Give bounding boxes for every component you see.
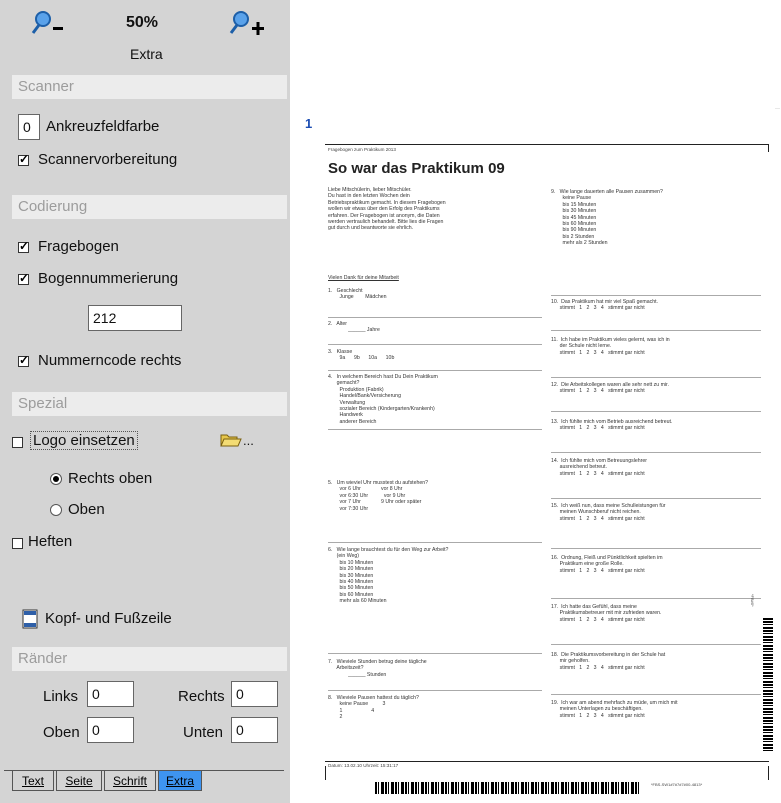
unten-input[interactable]: 0 — [231, 717, 278, 743]
links-input[interactable]: 0 — [87, 681, 134, 707]
doc-footer-code: *FBS-SW1#7#7#7#00-4813* — [651, 782, 703, 787]
tab-seite[interactable]: Seite — [56, 771, 102, 791]
section-raender: Ränder — [12, 647, 287, 671]
fragebogen-label: Fragebogen — [38, 238, 119, 255]
divider — [551, 330, 761, 331]
oben-input[interactable]: 0 — [87, 717, 134, 743]
question-3: 3. Klasse 9a 9b 10a 10b — [328, 349, 395, 362]
question-15: 15. Ich weiß nun, dass meine Schulleistu… — [551, 503, 666, 522]
doc-header-small: Fragebogen zum Praktikum 2013 — [328, 147, 396, 152]
divider — [551, 548, 761, 549]
corner-mark-br — [768, 766, 769, 780]
question-4: 4. In welchem Bereich hast Du Dein Prakt… — [328, 374, 438, 425]
question-1: 1. Geschlecht Junge Mädchen — [328, 288, 387, 301]
divider — [551, 598, 761, 599]
corner-mark-bl — [325, 766, 326, 780]
question-18: 18. Die Praktikumsvorbereitung in der Sc… — [551, 652, 666, 671]
logo-einsetzen-checkbox[interactable] — [12, 437, 23, 448]
bottom-rule — [325, 761, 769, 762]
question-2: 2. Alter ______ Jahre — [328, 321, 380, 334]
doc-title: So war das Praktikum 09 — [328, 160, 505, 177]
tab-extra[interactable]: Extra — [158, 771, 202, 791]
question-5: 5. Um wieviel Uhr musstest du aufstehen?… — [328, 480, 429, 512]
zoom-in-icon[interactable] — [228, 8, 264, 44]
scannervorbereitung-checkbox[interactable]: ✓ — [18, 153, 29, 166]
ankreuzfeldfarbe-input[interactable]: 0 — [18, 114, 40, 140]
bogennummer-input[interactable]: 212 — [88, 305, 182, 331]
question-19: 19. Ich war am abend mehrfach zu müde, u… — [551, 700, 678, 719]
links-label: Links — [43, 688, 79, 705]
question-8: 8. Wieviele Pausen hattest du täglich? k… — [328, 695, 419, 721]
folder-open-icon[interactable] — [220, 432, 242, 453]
tab-schrift[interactable]: Schrift — [104, 771, 156, 791]
scannervorbereitung-label: Scannervorbereitung — [38, 151, 178, 168]
doc-intro: Liebe Mitschülerin, lieber Mitschüler. D… — [328, 187, 446, 232]
question-10: 10. Das Praktikum hat mir viel Spaß gema… — [551, 299, 658, 312]
ankreuzfeldfarbe-label: Ankreuzfeldfarbe — [46, 118, 160, 135]
unten-label: Unten — [183, 724, 224, 741]
nummerncode-rechts-checkbox[interactable]: ✓ — [18, 354, 29, 367]
zoom-level: 50% — [126, 14, 159, 31]
divider — [328, 653, 542, 654]
divider — [551, 411, 761, 412]
question-13: 13. Ich fühlte mich vom Betrieb ausreich… — [551, 419, 673, 432]
question-7: 7. Wieviele Stunden betrug deine täglich… — [328, 659, 427, 678]
divider — [328, 344, 542, 345]
options-sidebar: 50% Extra Scanner 0 Ankreuzfeldfarbe ✓ S… — [0, 0, 290, 803]
bottom-barcode — [375, 782, 641, 794]
divider — [328, 429, 542, 430]
oben-margin-label: Oben — [43, 724, 80, 741]
rechts-input[interactable]: 0 — [231, 681, 278, 707]
divider — [551, 377, 761, 378]
active-tab-title: Extra — [130, 46, 163, 62]
oben-label: Oben — [68, 501, 105, 518]
divider — [328, 690, 542, 691]
question-9: 9. Wie lange dauerten alle Pausen zusamm… — [551, 189, 663, 247]
question-12: 12. Die Arbeitskollegen waren alle sehr … — [551, 382, 669, 395]
question-11: 11. Ich habe im Praktikum vieles gelernt… — [551, 337, 670, 356]
top-rule — [325, 144, 769, 145]
divider — [551, 644, 761, 645]
logo-einsetzen-label[interactable]: Logo einsetzen — [30, 431, 138, 450]
rechts-oben-radio[interactable] — [50, 473, 62, 485]
doc-footer-date: Datum: 13.02.10 Uhrzeit: 15:31:17 — [328, 763, 399, 768]
rechts-label: Rechts — [178, 688, 225, 705]
heften-checkbox[interactable] — [12, 538, 23, 549]
kopf-fusszeile-button[interactable]: Kopf- und Fußzeile — [45, 610, 172, 627]
divider — [551, 452, 761, 453]
heften-label: Heften — [28, 533, 73, 550]
section-spezial: Spezial — [12, 392, 287, 416]
question-17: 17. Ich hatte das Gefühl, dass meine Pra… — [551, 604, 662, 623]
divider — [551, 498, 761, 499]
tab-text[interactable]: Text — [12, 771, 54, 791]
divider — [328, 317, 542, 318]
zoom-out-icon[interactable] — [30, 8, 66, 44]
side-barcode — [763, 618, 773, 753]
section-codierung: Codierung — [12, 195, 287, 219]
document-page: Fragebogen zum Praktikum 2013 So war das… — [315, 108, 775, 798]
doc-thanks: Vielen Dank für deine Mitarbeit — [328, 275, 399, 281]
divider — [328, 542, 542, 543]
folder-browse-ellipsis[interactable]: ... — [243, 433, 254, 448]
nummerncode-rechts-label: Nummerncode rechts — [38, 352, 182, 369]
divider — [551, 694, 761, 695]
side-code: *FB#0* — [750, 594, 755, 607]
document-icon[interactable] — [22, 609, 38, 634]
divider — [551, 295, 761, 296]
question-6: 6. Wie lange brauchtest du für den Weg z… — [328, 547, 449, 605]
bogennummerierung-checkbox[interactable]: ✓ — [18, 272, 29, 285]
bogennummerierung-label: Bogennummerierung — [38, 270, 179, 287]
section-scanner: Scanner — [12, 75, 287, 99]
rechts-oben-label: Rechts oben — [68, 470, 153, 487]
fragebogen-checkbox[interactable]: ✓ — [18, 240, 29, 253]
page-number: 1 — [305, 116, 313, 131]
oben-radio[interactable] — [50, 504, 62, 516]
question-14: 14. Ich fühlte mich vom Betreuungslehrer… — [551, 458, 648, 477]
divider — [328, 370, 542, 371]
corner-mark-tr — [768, 144, 769, 152]
question-16: 16. Ordnung, Fleiß und Pünktlichkeit spi… — [551, 555, 663, 574]
